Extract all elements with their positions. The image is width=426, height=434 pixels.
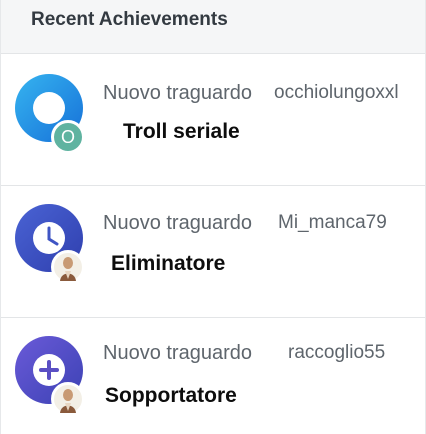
achievement-user[interactable]: raccoglio55 <box>288 342 385 364</box>
achievement-item[interactable]: Nuovo traguardo Mi_manca79 Eliminatore <box>1 186 425 318</box>
achievement-name[interactable]: Eliminatore <box>111 252 225 276</box>
recent-achievements-panel: Recent Achievements O Nuovo traguardo oc… <box>0 0 426 434</box>
achievement-item[interactable]: O Nuovo traguardo occhiolungoxxl Troll s… <box>1 54 425 186</box>
achievement-name[interactable]: Sopportatore <box>105 384 237 408</box>
panel-title: Recent Achievements <box>31 9 228 30</box>
achievement-user[interactable]: occhiolungoxxl <box>274 82 399 104</box>
achievement-badge <box>15 336 91 418</box>
portrait-avatar <box>51 382 85 416</box>
portrait-avatar <box>51 250 85 284</box>
achievement-item[interactable]: Nuovo traguardo raccoglio55 Sopportatore <box>1 318 425 434</box>
achievement-type-label: Nuovo traguardo <box>103 342 252 364</box>
achievement-type-label: Nuovo traguardo <box>103 82 252 104</box>
letter-o-avatar: O <box>51 120 85 154</box>
achievement-badge: O <box>15 72 91 154</box>
achievement-type-label: Nuovo traguardo <box>103 212 252 234</box>
panel-header: Recent Achievements <box>1 0 425 54</box>
achievement-name[interactable]: Troll seriale <box>123 120 240 144</box>
achievement-user[interactable]: Mi_manca79 <box>278 212 387 234</box>
achievement-badge <box>15 204 91 286</box>
